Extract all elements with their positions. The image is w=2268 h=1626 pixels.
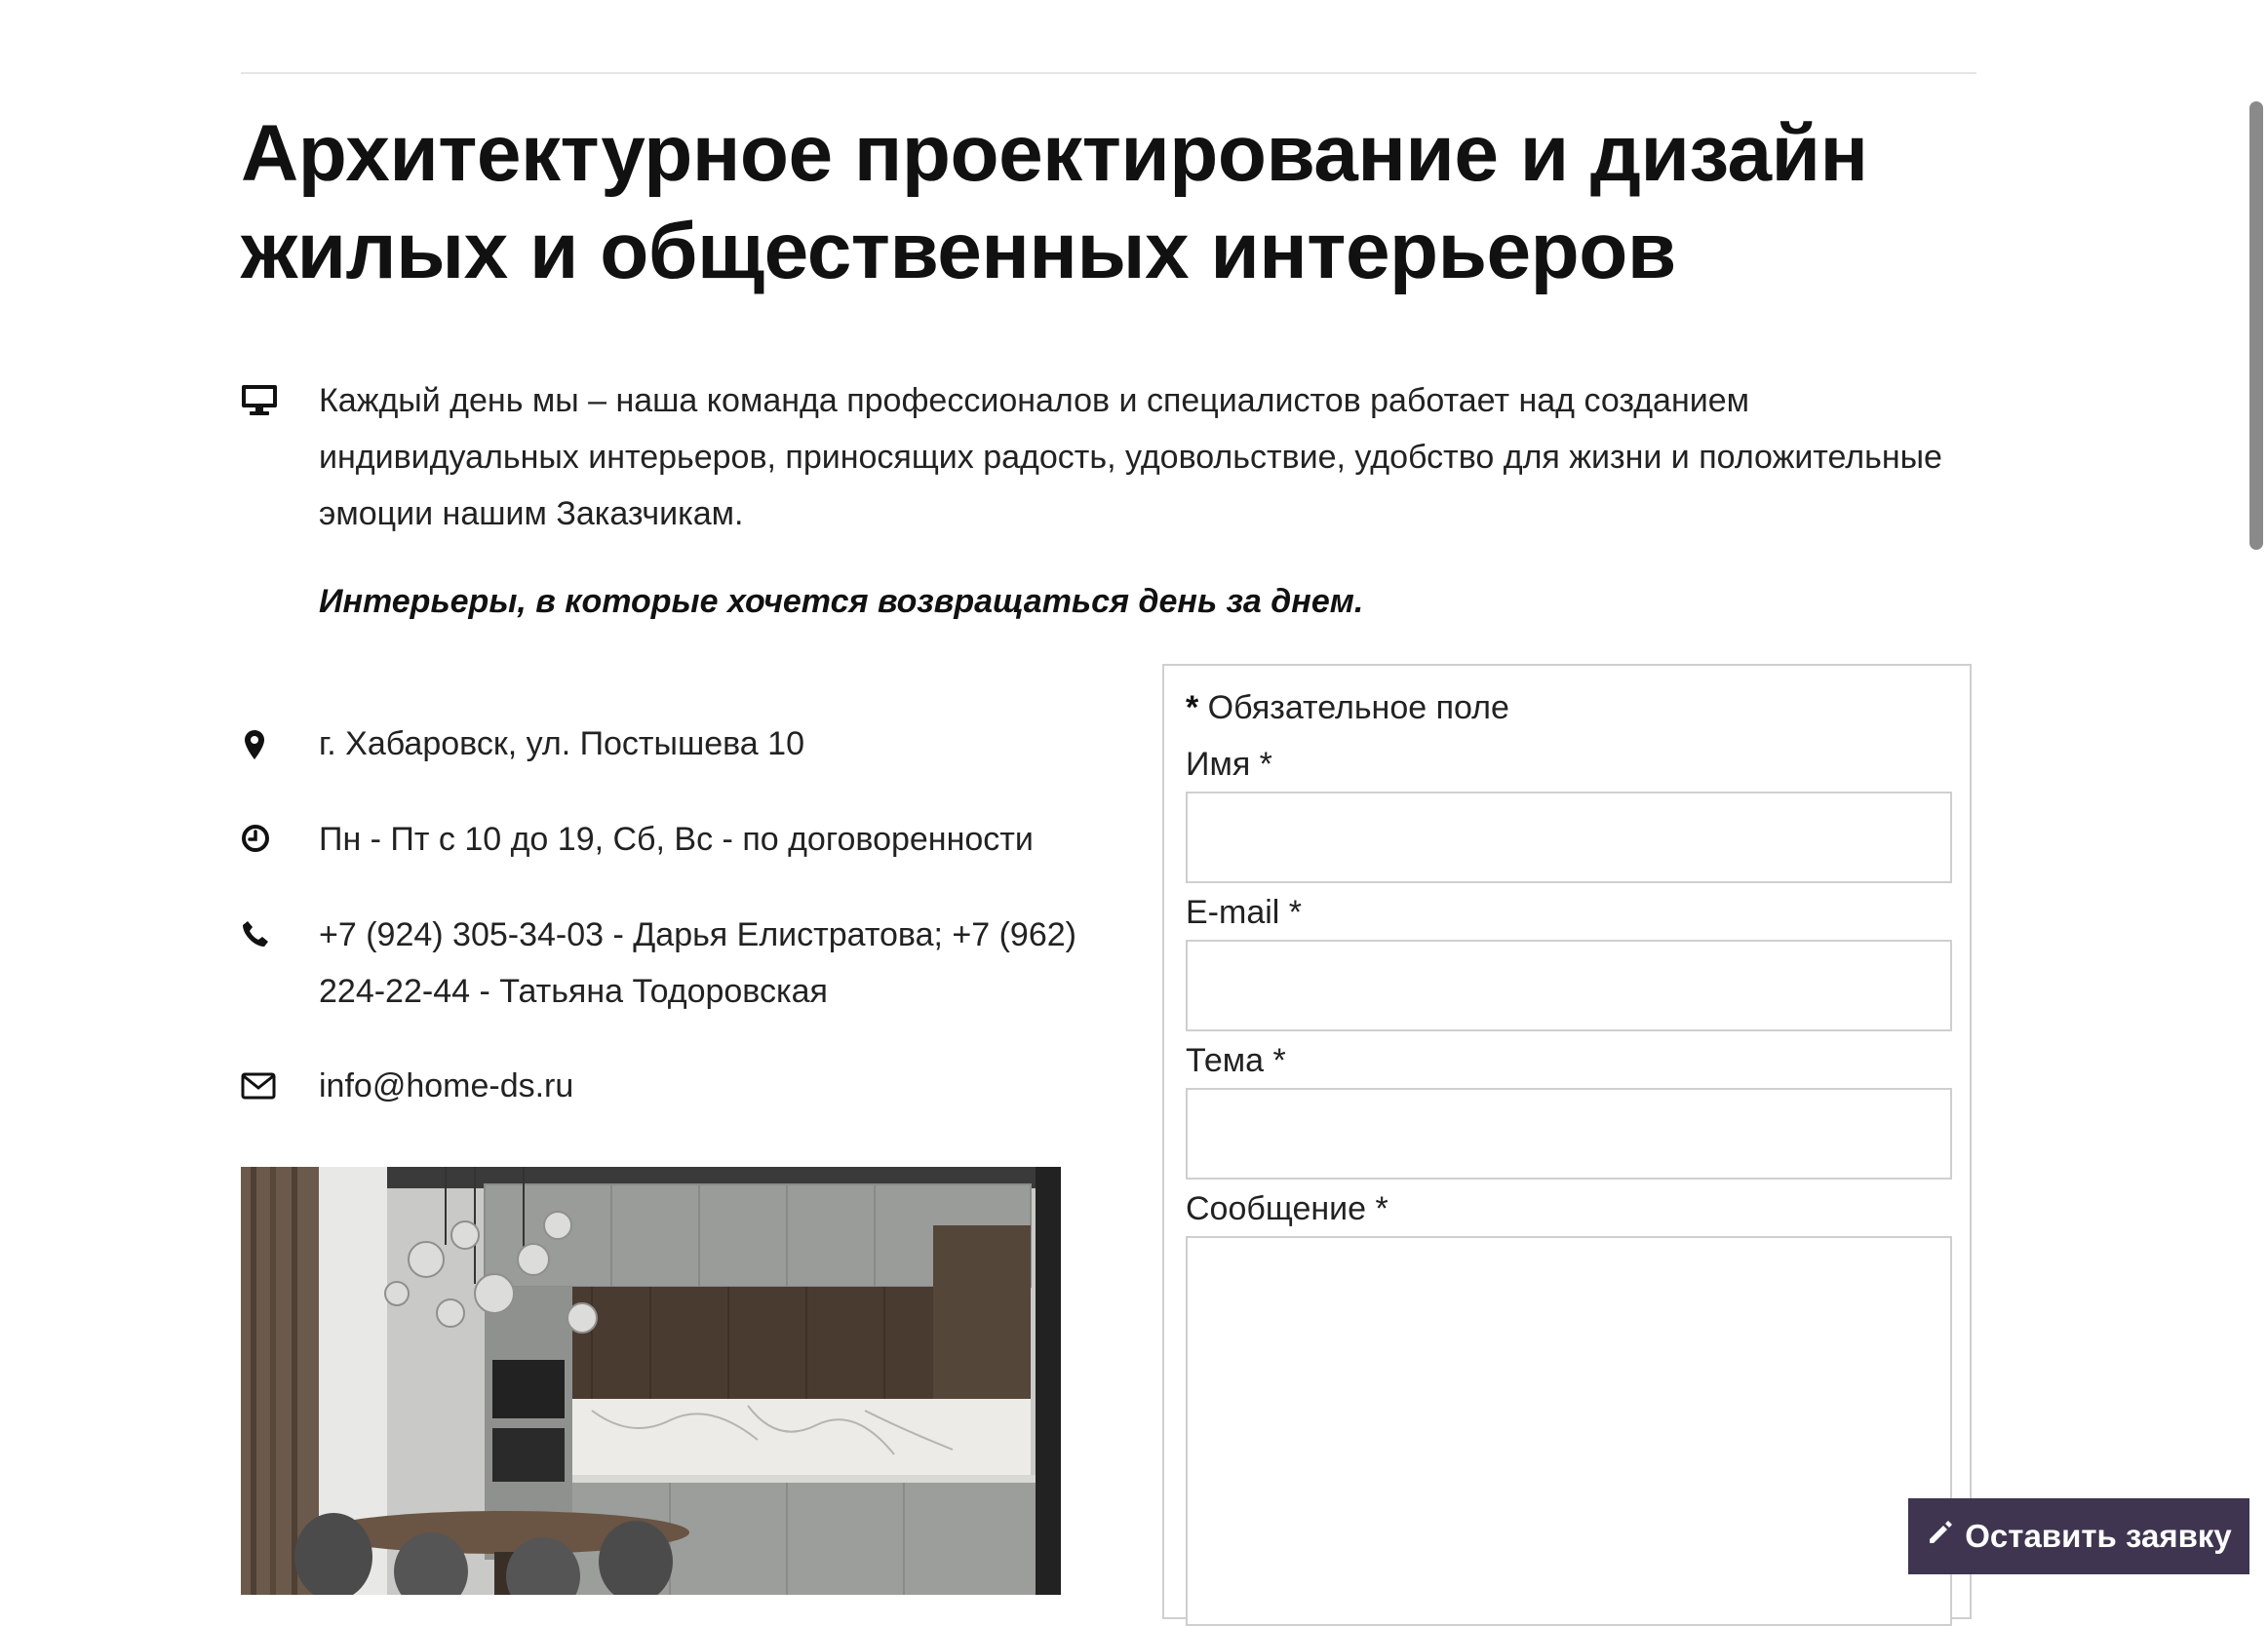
subject-label: Тема * [1186, 1042, 1286, 1079]
clock-icon [241, 824, 270, 853]
message-label: Сообщение * [1186, 1190, 1388, 1227]
message-textarea[interactable] [1186, 1236, 1952, 1626]
required-field-note: * Обязательное поле [1186, 689, 1509, 726]
desktop-icon [241, 384, 278, 417]
leave-request-button[interactable]: Оставить заявку [1908, 1498, 2249, 1574]
leave-request-label: Оставить заявку [1965, 1518, 2232, 1554]
page-title: Архитектурное проектирование и дизайн жи… [241, 109, 1868, 295]
contact-form: * Обязательное поле Имя * E-mail * Тема … [1162, 664, 1972, 1626]
subject-input[interactable] [1186, 1088, 1952, 1180]
interior-photo [241, 1167, 1061, 1595]
name-label: Имя * [1186, 746, 1272, 783]
phone-icon [241, 919, 270, 948]
intro-text: Каждый день мы – наша команда профессион… [319, 382, 1942, 532]
email-input[interactable] [1186, 940, 1952, 1031]
email-label: E-mail * [1186, 894, 1303, 931]
address-text: г. Хабаровск, ул. Постышева 10 [319, 725, 804, 762]
scrollbar-thumb[interactable] [2249, 101, 2263, 550]
map-marker-icon [244, 729, 265, 760]
hours-text: Пн - Пт с 10 до 19, Сб, Вс - по договоре… [319, 821, 1034, 858]
name-input[interactable] [1186, 792, 1952, 883]
email-link[interactable]: info@home-ds.ru [319, 1058, 573, 1114]
slogan: Интерьеры, в которые хочется возвращатьс… [319, 583, 1364, 620]
phone-text: +7 (924) 305-34-03 - Дарья Елистратова; … [319, 916, 1076, 1010]
envelope-icon [241, 1072, 276, 1100]
pencil-icon [1926, 1518, 1955, 1555]
top-divider [241, 72, 1976, 74]
